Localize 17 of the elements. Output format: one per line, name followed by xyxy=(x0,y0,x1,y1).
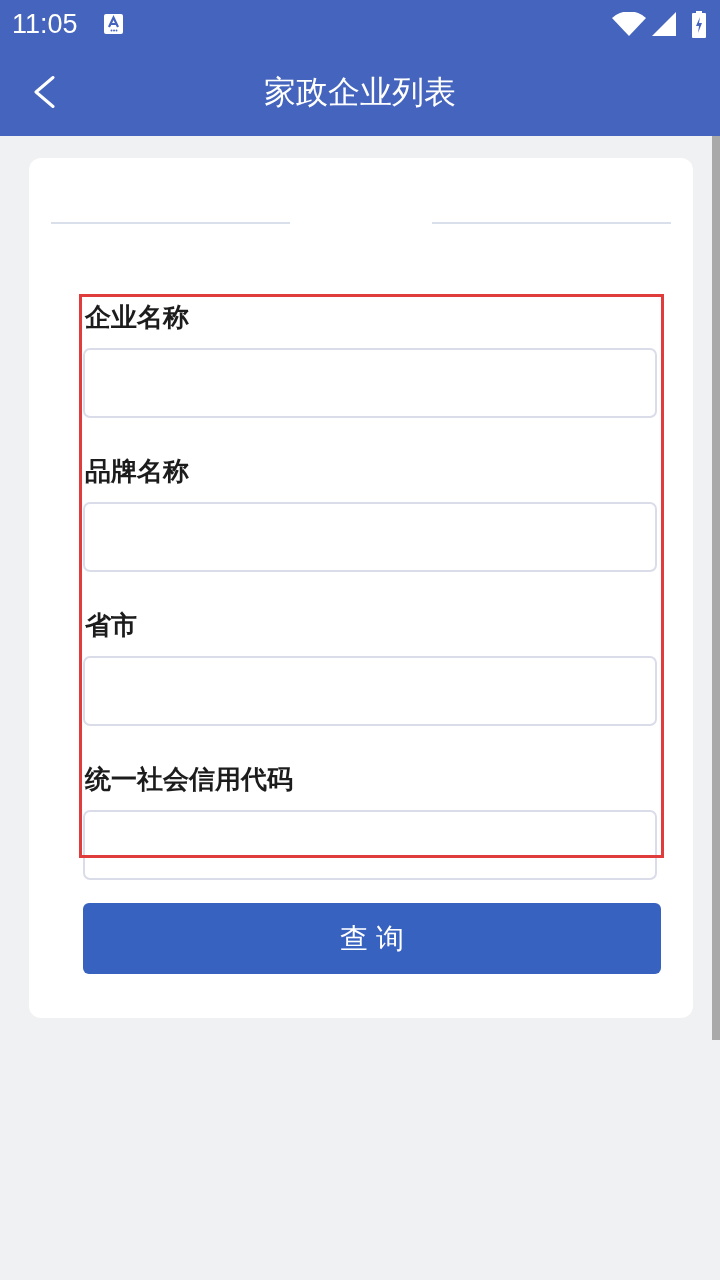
status-time: 11:05 xyxy=(12,10,78,38)
input-field[interactable] xyxy=(83,656,657,726)
input-field[interactable] xyxy=(83,502,657,572)
input-field[interactable] xyxy=(83,348,657,418)
input-field[interactable] xyxy=(83,810,657,880)
page-title: 家政企业列表 xyxy=(264,72,456,112)
field-label: 企业名称 xyxy=(85,301,189,334)
back-icon xyxy=(33,76,55,108)
field-label: 品牌名称 xyxy=(85,455,189,488)
search-button[interactable]: 查 询 xyxy=(83,903,661,974)
field-label: 统一社会信用代码 xyxy=(85,763,293,796)
scrollbar[interactable] xyxy=(712,136,720,1040)
wifi-icon xyxy=(612,12,646,36)
app-notification-icon xyxy=(103,14,123,34)
field-label: 省市 xyxy=(85,609,137,642)
battery-charging-icon xyxy=(692,10,706,38)
signal-icon xyxy=(652,12,676,36)
